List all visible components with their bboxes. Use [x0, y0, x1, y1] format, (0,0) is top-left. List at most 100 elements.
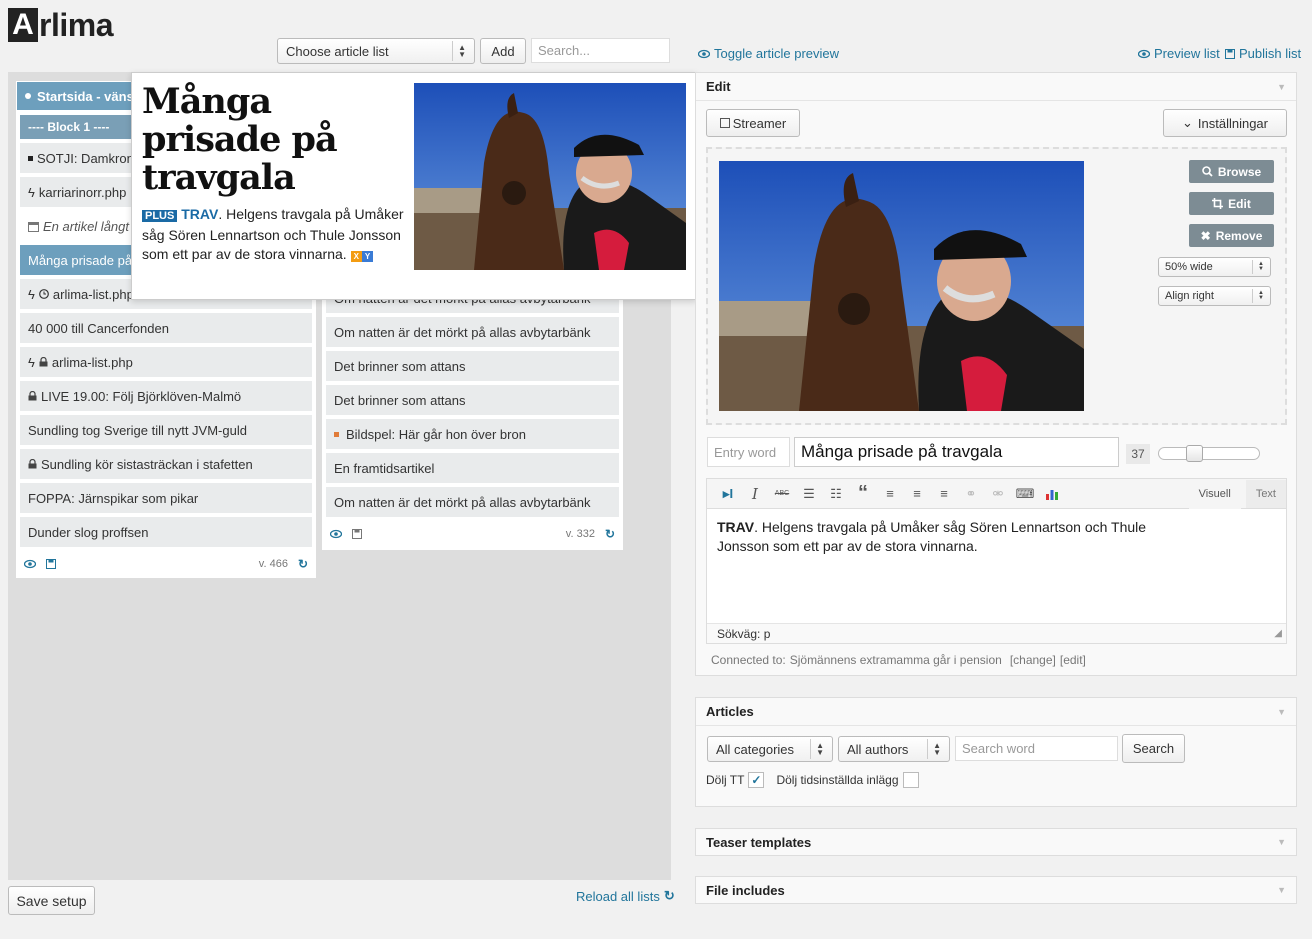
collapse-icon[interactable]: ▼ — [1277, 885, 1286, 895]
edit-image-button[interactable]: Edit — [1189, 192, 1274, 215]
edit-link[interactable]: [edit] — [1060, 653, 1086, 667]
teaser-templates-panel[interactable]: Teaser templates ▼ — [695, 828, 1297, 856]
remove-image-button[interactable]: ✖ Remove — [1189, 224, 1274, 247]
list-item[interactable]: Det brinner som attans — [326, 385, 619, 415]
article-search-input[interactable]: Search word — [955, 736, 1118, 761]
list-item[interactable]: Om natten är det mörkt på allas avbytarb… — [326, 487, 619, 517]
edit-panel-header[interactable]: Edit ▼ — [696, 73, 1296, 101]
refresh-icon[interactable]: ↻ — [298, 557, 308, 571]
file-includes-title: File includes — [706, 882, 785, 898]
articles-panel: Articles ▼ All categories ▲ ▼ All authors… — [695, 697, 1297, 807]
preview-kicker: TRAV — [181, 206, 219, 222]
publish-list-link[interactable]: Publish list — [1225, 46, 1301, 61]
reload-all-lists-link[interactable]: Reload all lists ↻ — [576, 888, 675, 904]
add-list-button[interactable]: Add — [480, 38, 526, 64]
list-item[interactable]: 40 000 till Cancerfonden — [20, 313, 312, 343]
image-dropzone[interactable]: Browse Edit ✖ Remove 50% wide ▲ ▼ Align r… — [706, 147, 1287, 425]
connected-label: Connected to: — [711, 653, 786, 667]
eye-icon[interactable] — [24, 559, 36, 569]
eye-icon[interactable] — [330, 529, 342, 539]
align-left-icon[interactable]: ≡ — [879, 484, 901, 504]
align-right-icon[interactable]: ≡ — [933, 484, 955, 504]
save-icon[interactable] — [352, 529, 362, 539]
author-select[interactable]: All authors ▲ ▼ — [838, 736, 950, 762]
list-item[interactable]: FOPPA: Järnspikar som pikar — [20, 483, 312, 513]
select-arrows-icon: ▲ ▼ — [1252, 260, 1264, 274]
collapse-icon[interactable]: ▼ — [1277, 707, 1286, 717]
chart-icon[interactable] — [1041, 484, 1063, 504]
italic-icon[interactable]: I — [744, 484, 766, 504]
list-item[interactable]: En framtidsartikel — [326, 453, 619, 483]
preview-headline: Många prisade på travgala — [142, 81, 338, 198]
list-item[interactable]: Det brinner som attans — [326, 351, 619, 381]
title-input[interactable]: Många prisade på travgala — [794, 437, 1119, 467]
collapse-icon[interactable]: ▼ — [1277, 82, 1286, 92]
articles-panel-header[interactable]: Articles ▼ — [696, 698, 1296, 726]
list-item[interactable]: Dunder slog proffsen — [20, 517, 312, 547]
tag-y: Y — [361, 251, 374, 262]
resize-handle-icon[interactable]: ◢ — [1274, 628, 1282, 639]
list-item[interactable]: Om natten är det mörkt på allas avbytarb… — [326, 317, 619, 347]
hide-tt-checkbox[interactable]: ✓ — [748, 772, 765, 788]
preview-body: PLUS TRAV. Helgens travgala på Umåker så… — [142, 205, 407, 266]
crop-icon — [1212, 198, 1224, 209]
filter-row: Dölj TT ✓ Dölj tidsinställda inlägg — [706, 772, 919, 788]
bolt-icon: ϟ — [28, 286, 35, 302]
image-width-select[interactable]: 50% wide ▲ ▼ — [1158, 257, 1271, 277]
search-icon — [1202, 166, 1213, 177]
square-icon — [28, 155, 33, 161]
streamer-button[interactable]: Streamer — [706, 109, 800, 137]
align-center-icon[interactable]: ≡ — [906, 484, 928, 504]
strikethrough-icon[interactable]: ABC — [771, 484, 793, 504]
slider-handle[interactable] — [1186, 445, 1203, 462]
block-header[interactable]: ---- Block 1 ---- — [20, 115, 132, 139]
tab-visual[interactable]: Visuell — [1188, 478, 1241, 509]
list-search-input[interactable]: Search... — [531, 38, 670, 63]
select-arrows-icon: ▲ ▼ — [927, 739, 941, 759]
text-editor: ▸I I ABC ☰ ☷ “ ≡ ≡ ≡ ⚭ ⚮ ⌨ Visuell Text … — [706, 478, 1287, 644]
image-align-select[interactable]: Align right ▲ ▼ — [1158, 286, 1271, 306]
list-item-label: En artikel långt f — [43, 218, 137, 234]
toggle-preview-link[interactable]: Toggle article preview — [698, 46, 839, 61]
chevron-down-icon: ⌄ — [1181, 115, 1193, 130]
dot-icon — [25, 93, 31, 99]
blockquote-icon[interactable]: “ — [852, 482, 874, 504]
font-size-slider[interactable] — [1158, 445, 1260, 462]
list-item[interactable]: ϟ arlima-list.php — [20, 347, 312, 377]
article-search-button[interactable]: Search — [1122, 734, 1185, 763]
save-icon[interactable] — [46, 559, 56, 569]
bullet-list-icon[interactable]: ☰ — [798, 484, 820, 504]
collapse-icon[interactable]: ▼ — [1277, 837, 1286, 847]
list-item[interactable]: Sundling kör sistasträckan i stafetten — [20, 449, 312, 479]
keyboard-icon[interactable]: ⌨ — [1014, 484, 1036, 504]
select-arrows-icon: ▲ ▼ — [452, 41, 466, 61]
list-item-label: arlima-list.php — [52, 286, 134, 302]
font-size-value: 37 — [1126, 444, 1150, 464]
tab-text[interactable]: Text — [1245, 479, 1286, 508]
plus-badge: PLUS — [142, 210, 178, 222]
hide-scheduled-checkbox[interactable] — [902, 772, 919, 788]
list-item[interactable]: Sundling tog Sverige till nytt JVM-guld — [20, 415, 312, 445]
refresh-icon[interactable]: ↻ — [605, 527, 615, 541]
article-list-select[interactable]: Choose article list ▲ ▼ — [277, 38, 475, 64]
streamer-format-icon[interactable]: ▸I — [717, 484, 739, 504]
list-item-label: Många prisade på — [28, 252, 133, 268]
numbered-list-icon[interactable]: ☷ — [825, 484, 847, 504]
list-item-label: Det brinner som attans — [334, 392, 466, 408]
save-setup-button[interactable]: Save setup — [8, 886, 95, 915]
category-select[interactable]: All categories ▲ ▼ — [707, 736, 833, 762]
article-list-column-right: Om natten är det mörkt på allas avbytarb… — [321, 280, 624, 551]
settings-button[interactable]: ⌄ Inställningar — [1163, 109, 1287, 137]
file-includes-panel[interactable]: File includes ▼ — [695, 876, 1297, 904]
link-icon[interactable]: ⚭ — [960, 484, 982, 504]
browse-image-button[interactable]: Browse — [1189, 160, 1274, 183]
editor-text: . Helgens travgala på Umåker såg Sören L… — [717, 519, 1147, 554]
preview-list-link[interactable]: Preview list — [1138, 46, 1220, 61]
select-arrows-icon: ▲ ▼ — [1252, 289, 1264, 303]
unlink-icon[interactable]: ⚮ — [987, 484, 1009, 504]
entry-word-input[interactable]: Entry word — [707, 437, 790, 467]
editor-content[interactable]: TRAV. Helgens travgala på Umåker såg Sör… — [707, 509, 1167, 565]
list-item[interactable]: LIVE 19.00: Följ Björklöven-Malmö — [20, 381, 312, 411]
list-item[interactable]: Bildspel: Här går hon över bron — [326, 419, 619, 449]
change-link[interactable]: [change] — [1010, 653, 1056, 667]
